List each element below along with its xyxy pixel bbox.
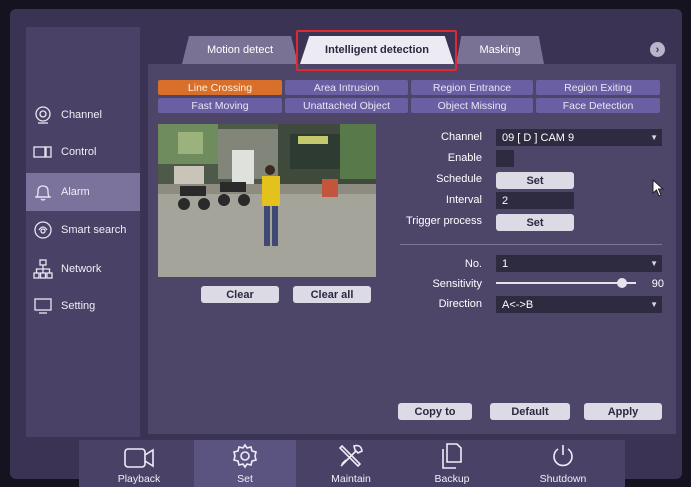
camera-lens-icon xyxy=(32,105,54,125)
playback-camera-icon xyxy=(124,448,154,468)
schedule-set-button[interactable]: Set xyxy=(496,172,574,189)
dvr-screen: Channel Control Alarm Smart search Netwo… xyxy=(0,0,691,487)
sidebar: Channel Control Alarm Smart search Netwo… xyxy=(26,27,140,437)
power-icon xyxy=(553,445,573,467)
subtab-label: Region Exiting xyxy=(564,81,632,94)
bell-icon xyxy=(32,182,54,202)
channel-select[interactable]: 09 [ D ] CAM 9 ▼ xyxy=(496,129,662,146)
sidebar-item-label: Smart search xyxy=(61,224,127,236)
gear-icon xyxy=(233,443,257,469)
tab-motion-detect[interactable]: Motion detect xyxy=(182,36,298,64)
sidebar-item-alarm[interactable]: Alarm xyxy=(26,173,140,211)
next-tab-button[interactable]: › xyxy=(650,42,665,57)
sidebar-item-label: Network xyxy=(61,263,102,275)
camera-preview-image xyxy=(158,124,376,277)
button-label: Clear xyxy=(226,288,254,301)
divider xyxy=(400,244,662,245)
trigger-process-label: Trigger process xyxy=(405,215,482,227)
sidebar-item-channel[interactable]: Channel xyxy=(26,98,140,132)
smart-search-icon xyxy=(32,220,54,240)
sidebar-item-setting[interactable]: Setting xyxy=(26,289,140,323)
highlight-box xyxy=(296,30,457,71)
subtab-label: Line Crossing xyxy=(187,81,253,94)
sidebar-item-network[interactable]: Network xyxy=(26,252,140,286)
subtab-line-crossing[interactable]: Line Crossing xyxy=(158,80,282,95)
sidebar-item-label: Setting xyxy=(61,300,96,312)
subtab-label: Object Missing xyxy=(437,99,507,112)
subtab-label: Unattached Object xyxy=(303,99,390,112)
default-button[interactable]: Default xyxy=(490,403,570,420)
tab-label: Masking xyxy=(479,44,521,56)
sensitivity-label: Sensitivity xyxy=(432,278,482,290)
camera-preview[interactable] xyxy=(158,124,376,277)
button-label: Default xyxy=(511,405,549,418)
sidebar-item-label: Control xyxy=(61,146,97,158)
mouse-cursor-icon xyxy=(652,179,665,197)
subtab-label: Face Detection xyxy=(562,99,634,112)
tab-masking[interactable]: Masking xyxy=(456,36,544,64)
dock-item-backup[interactable]: Backup xyxy=(401,440,503,487)
interval-label: Interval xyxy=(445,194,482,206)
rule-number-value: 1 xyxy=(502,257,509,270)
channel-label: Channel xyxy=(441,131,482,143)
dock-item-shutdown[interactable]: Shutdown xyxy=(512,440,614,487)
chevron-right-icon: › xyxy=(655,43,660,56)
apply-button[interactable]: Apply xyxy=(584,403,662,420)
subtab-object-missing[interactable]: Object Missing xyxy=(411,98,533,113)
button-label: Set xyxy=(526,216,544,229)
dock-item-maintain[interactable]: Maintain xyxy=(300,440,402,487)
tab-label: Motion detect xyxy=(206,44,274,56)
subtab-region-exiting[interactable]: Region Exiting xyxy=(536,80,660,95)
subtab-label: Region Entrance xyxy=(432,81,512,94)
direction-select[interactable]: A<->B ▼ xyxy=(496,296,662,313)
button-label: Apply xyxy=(607,405,639,418)
chevron-down-icon: ▼ xyxy=(650,300,658,309)
ptz-camera-icon xyxy=(32,142,54,162)
subtab-label: Area Intrusion xyxy=(313,81,380,94)
dock-item-set[interactable]: Set xyxy=(194,440,296,487)
subtab-region-entrance[interactable]: Region Entrance xyxy=(411,80,533,95)
enable-label: Enable xyxy=(447,152,482,164)
trigger-set-button[interactable]: Set xyxy=(496,214,574,231)
direction-value: A<->B xyxy=(502,298,534,311)
tools-icon xyxy=(338,444,363,468)
sidebar-item-smart-search[interactable]: Smart search xyxy=(26,213,140,247)
chevron-down-icon: ▼ xyxy=(650,133,658,142)
rule-number-select[interactable]: 1 ▼ xyxy=(496,255,662,272)
sidebar-item-control[interactable]: Control xyxy=(26,135,140,169)
chevron-down-icon: ▼ xyxy=(650,259,658,268)
dock-item-label: Maintain xyxy=(331,473,371,485)
button-label: Set xyxy=(526,174,544,187)
subtab-area-intrusion[interactable]: Area Intrusion xyxy=(285,80,408,95)
interval-input[interactable]: 2 xyxy=(496,192,574,209)
copy-to-button[interactable]: Copy to xyxy=(398,403,472,420)
clear-all-button[interactable]: Clear all xyxy=(293,286,371,303)
button-label: Copy to xyxy=(414,405,456,418)
dock-item-playback[interactable]: Playback xyxy=(88,440,190,487)
subtab-label: Fast Moving xyxy=(191,99,249,112)
backup-copy-icon xyxy=(442,443,462,469)
schedule-label: Schedule xyxy=(436,173,482,185)
sensitivity-value: 90 xyxy=(651,278,664,290)
dock-item-label: Set xyxy=(237,473,253,485)
clear-button[interactable]: Clear xyxy=(201,286,279,303)
direction-label: Direction xyxy=(438,298,482,310)
subtab-unattached-object[interactable]: Unattached Object xyxy=(285,98,408,113)
sensitivity-slider[interactable] xyxy=(496,282,636,284)
dock-item-label: Backup xyxy=(434,473,470,485)
subtab-fast-moving[interactable]: Fast Moving xyxy=(158,98,282,113)
rule-number-label: No. xyxy=(464,258,482,270)
network-icon xyxy=(32,259,54,279)
dock-item-label: Shutdown xyxy=(539,473,587,485)
enable-checkbox[interactable] xyxy=(496,150,514,167)
button-label: Clear all xyxy=(310,288,354,301)
sensitivity-slider-handle[interactable] xyxy=(617,278,627,288)
interval-value: 2 xyxy=(502,194,509,207)
subtab-face-detection[interactable]: Face Detection xyxy=(536,98,660,113)
channel-value: 09 [ D ] CAM 9 xyxy=(502,131,575,144)
monitor-icon xyxy=(32,296,54,316)
dock-item-label: Playback xyxy=(117,473,161,485)
sidebar-item-label: Channel xyxy=(61,109,102,121)
sidebar-item-label: Alarm xyxy=(61,186,90,198)
